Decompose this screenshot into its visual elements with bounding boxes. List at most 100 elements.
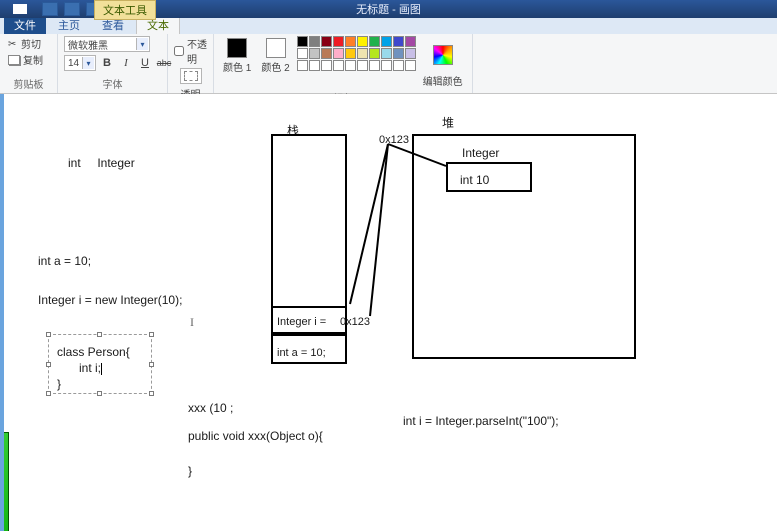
group-clipboard-label: 剪贴板 xyxy=(6,76,51,93)
color1-swatch xyxy=(227,38,247,58)
font-name-combo[interactable]: 微软雅黑 ▾ xyxy=(64,36,150,52)
color2-label: 颜色 2 xyxy=(261,59,289,74)
font-size-combo[interactable]: 14 ▾ xyxy=(64,55,96,71)
underline-button[interactable]: U xyxy=(137,55,153,71)
quick-access-toolbar xyxy=(42,2,102,16)
tab-home[interactable]: 主页 xyxy=(48,16,90,34)
heap-integer-label: Integer xyxy=(462,146,499,160)
palette-swatch[interactable] xyxy=(405,48,416,59)
text-cursor xyxy=(101,363,102,375)
system-menu[interactable] xyxy=(0,0,40,18)
palette-swatch[interactable] xyxy=(393,48,404,59)
palette-swatch[interactable] xyxy=(309,48,320,59)
stack-row-integer-text: Integer i = xyxy=(277,316,326,328)
ribbon: 剪切 复制 剪贴板 微软雅黑 ▾ xyxy=(0,34,777,94)
app-icon xyxy=(13,4,27,14)
palette-swatch[interactable] xyxy=(321,48,332,59)
textbox-line3: } xyxy=(57,377,159,391)
palette-swatch[interactable] xyxy=(345,48,356,59)
color2-swatch xyxy=(266,38,286,58)
opaque-label: 不透明 xyxy=(187,36,207,66)
copy-icon xyxy=(8,55,20,65)
cut-label: 剪切 xyxy=(21,36,41,51)
paint-window: 文本工具 无标题 - 画图 文件 主页 查看 文本 剪切 复制 xyxy=(0,0,777,531)
palette-swatch[interactable] xyxy=(297,48,308,59)
palette-swatch[interactable] xyxy=(393,60,404,71)
font-size-value: 14 xyxy=(68,58,79,69)
palette-swatch[interactable] xyxy=(405,60,416,71)
group-background: 不透明 透明 背景 xyxy=(168,34,214,93)
copy-label: 复制 xyxy=(23,52,43,67)
font-name-value: 微软雅黑 xyxy=(68,37,108,52)
palette-swatch[interactable] xyxy=(381,60,392,71)
cut-button[interactable]: 剪切 xyxy=(6,36,45,51)
qat-undo-button[interactable] xyxy=(64,2,80,16)
palette-swatch[interactable] xyxy=(345,60,356,71)
text-decl-a: int a = 10; xyxy=(38,254,91,268)
palette-swatch[interactable] xyxy=(369,36,380,47)
canvas-area[interactable]: 栈 堆 Integer i = 0x123 int a = 10; Intege… xyxy=(0,94,777,531)
stack-row-int-text: int a = 10; xyxy=(277,347,326,359)
contextual-tab-label: 文本工具 xyxy=(94,0,156,20)
palette-swatch[interactable] xyxy=(393,36,404,47)
palette-swatch[interactable] xyxy=(333,48,344,59)
palette-swatch[interactable] xyxy=(297,36,308,47)
opaque-checkbox[interactable]: 不透明 xyxy=(174,36,207,66)
ribbon-tabs: 文件 主页 查看 文本 xyxy=(0,18,777,34)
chevron-down-icon: ▾ xyxy=(136,38,148,50)
group-font: 微软雅黑 ▾ 14 ▾ B I U abc xyxy=(58,34,168,93)
edit-colors-label: 编辑颜色 xyxy=(423,73,463,88)
textbox-line2: int i; xyxy=(79,361,181,375)
stack-row-integer-addr: 0x123 xyxy=(340,316,370,328)
heap-heading: 堆 xyxy=(442,114,454,131)
text-int-integer: int Integer xyxy=(68,156,135,170)
color-palette xyxy=(297,36,416,71)
palette-swatch[interactable] xyxy=(333,60,344,71)
italic-button[interactable]: I xyxy=(118,55,134,71)
palette-swatch[interactable] xyxy=(321,36,332,47)
active-text-box[interactable]: class Person{ int i; } xyxy=(48,334,152,394)
color1-button[interactable]: 颜色 1 xyxy=(220,36,254,76)
palette-swatch[interactable] xyxy=(297,60,308,71)
color2-button[interactable]: 颜色 2 xyxy=(258,36,292,76)
rainbow-icon xyxy=(433,45,453,65)
titlebar: 文本工具 无标题 - 画图 xyxy=(0,0,777,18)
parseint-line: int i = Integer.parseInt("100"); xyxy=(403,414,559,428)
palette-swatch[interactable] xyxy=(333,36,344,47)
palette-swatch[interactable] xyxy=(309,36,320,47)
transparent-button[interactable] xyxy=(180,68,202,84)
group-font-label: 字体 xyxy=(64,76,161,93)
palette-swatch[interactable] xyxy=(309,60,320,71)
palette-swatch[interactable] xyxy=(321,60,332,71)
palette-swatch[interactable] xyxy=(381,36,392,47)
transparent-icon xyxy=(184,71,198,81)
edit-colors-button[interactable]: 编辑颜色 xyxy=(420,36,466,90)
color1-label: 颜色 1 xyxy=(223,59,251,74)
group-clipboard: 剪切 复制 剪贴板 xyxy=(0,34,58,93)
tab-file[interactable]: 文件 xyxy=(4,16,46,34)
palette-swatch[interactable] xyxy=(369,48,380,59)
heap-address: 0x123 xyxy=(379,134,409,146)
copy-button[interactable]: 复制 xyxy=(6,52,45,67)
scissors-icon xyxy=(8,39,18,49)
ibeam-cursor-icon: I xyxy=(190,315,194,330)
opaque-check-input[interactable] xyxy=(174,46,184,56)
snippet-line1: xxx (10 ; xyxy=(188,401,233,415)
qat-save-button[interactable] xyxy=(42,2,58,16)
palette-swatch[interactable] xyxy=(405,36,416,47)
palette-swatch[interactable] xyxy=(357,60,368,71)
text-decl-i: Integer i = new Integer(10); xyxy=(38,293,182,307)
bold-button[interactable]: B xyxy=(99,55,115,71)
snippet-line2: public void xxx(Object o){ xyxy=(188,429,323,443)
group-colors: 颜色 1 颜色 2 编辑颜色 颜色 xyxy=(214,34,473,93)
palette-swatch[interactable] xyxy=(381,48,392,59)
heap-int10-text: int 10 xyxy=(460,173,489,187)
palette-swatch[interactable] xyxy=(357,36,368,47)
palette-swatch[interactable] xyxy=(357,48,368,59)
chevron-down-icon: ▾ xyxy=(82,57,94,69)
snippet-line3: } xyxy=(188,464,192,478)
palette-swatch[interactable] xyxy=(369,60,380,71)
palette-swatch[interactable] xyxy=(345,36,356,47)
textbox-line1: class Person{ xyxy=(57,345,159,359)
drawing-canvas[interactable]: 栈 堆 Integer i = 0x123 int a = 10; Intege… xyxy=(4,94,777,531)
